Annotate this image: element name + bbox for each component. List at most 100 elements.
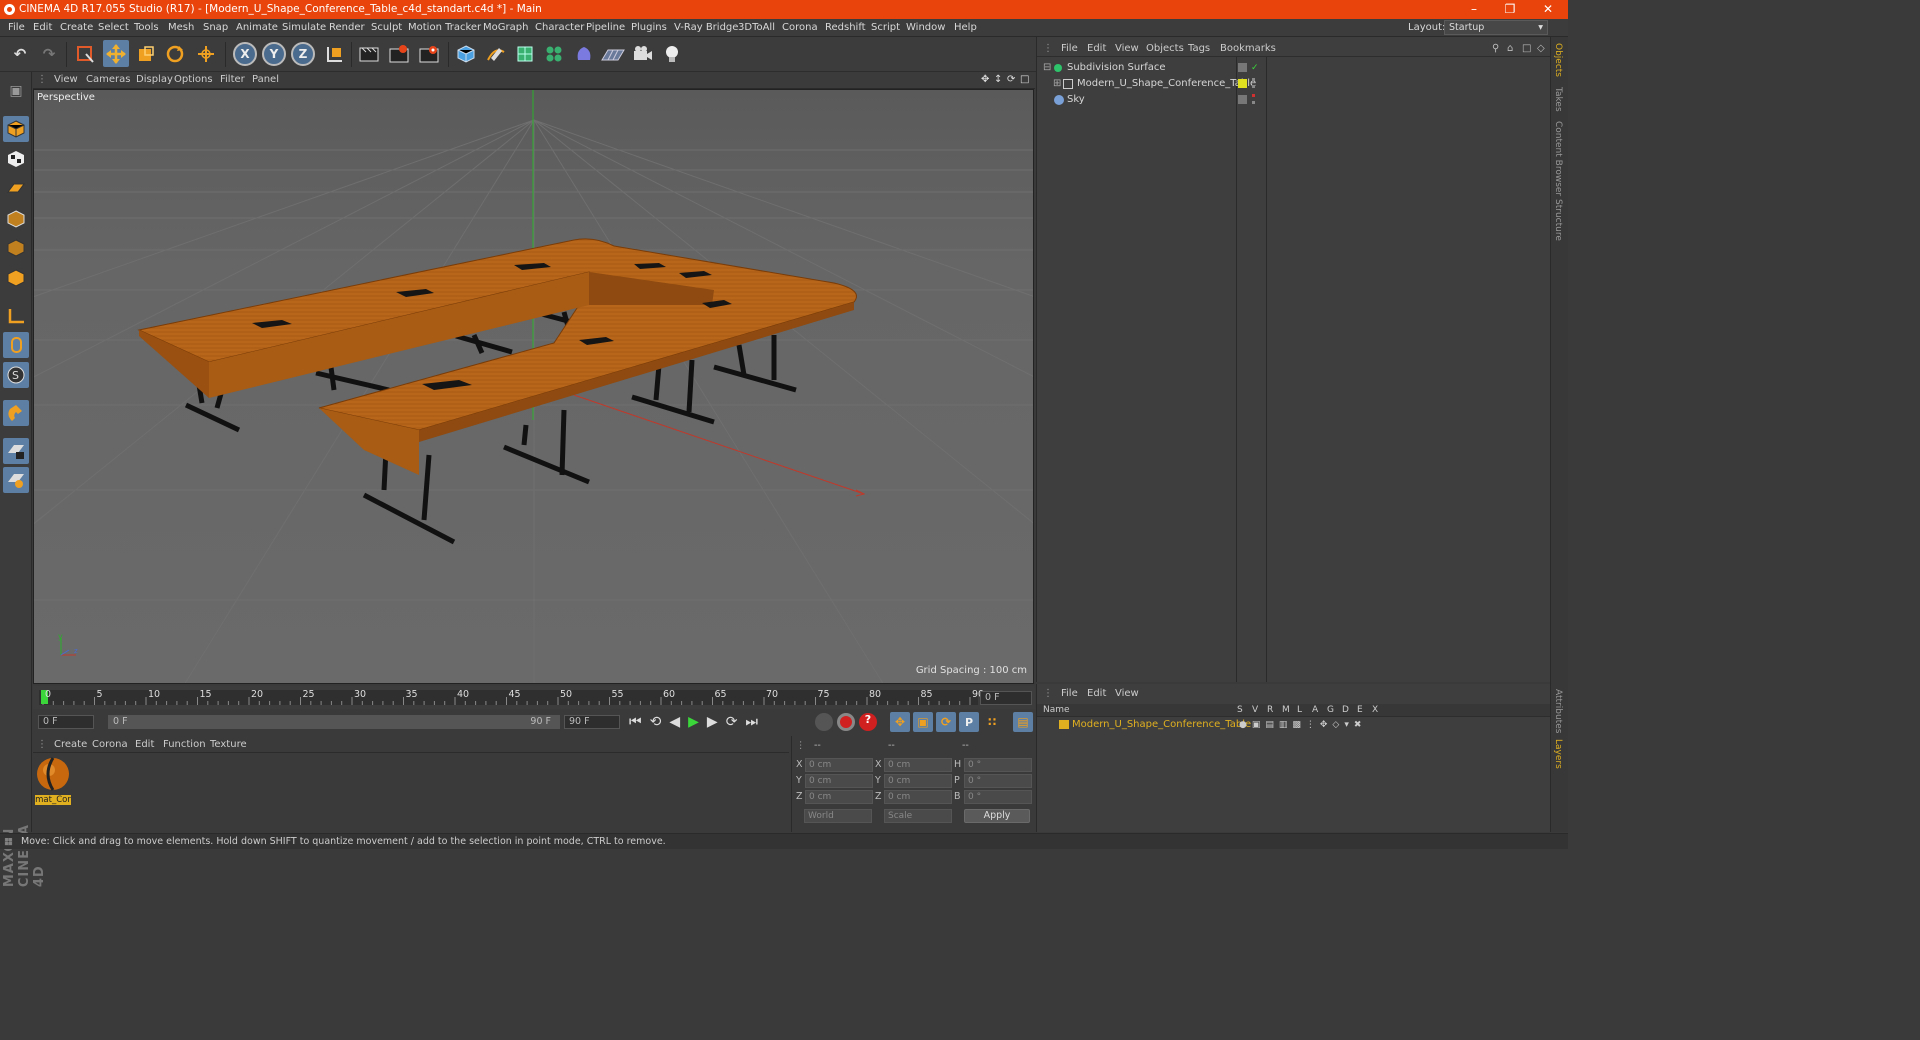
pos-y-field[interactable]: 0 cm [805,774,873,788]
visibility-dots-icon[interactable] [1252,94,1255,104]
menu-mesh[interactable]: Mesh [168,22,194,33]
object-row-subdivision-surface[interactable]: ⊟ Subdivision Surface ✓ [1041,60,1546,76]
mat-menu-corona[interactable]: Corona [92,739,128,750]
column-manager[interactable]: M [1282,705,1290,715]
perspective-viewport[interactable]: y z Perspective Grid Spacing : 100 cm [33,89,1034,684]
enabled-check-icon[interactable]: ✓ [1251,60,1259,76]
obj-menu-edit[interactable]: Edit [1087,43,1106,54]
model-mode-icon[interactable] [3,116,29,142]
key-scale-icon[interactable]: ▣ [913,712,933,732]
subdivision-icon[interactable] [512,40,538,67]
mograph-cloner-icon[interactable] [541,40,567,67]
key-rotation-icon[interactable]: ⟳ [936,712,956,732]
menu-window[interactable]: Window [906,22,945,33]
pos-z-field[interactable]: 0 cm [805,790,873,804]
key-pla-icon[interactable]: ∷ [982,712,1002,732]
material-swatch[interactable]: mat_Cor [35,756,71,805]
y-axis-icon[interactable]: Y [262,42,286,66]
menu-character[interactable]: Character [535,22,584,33]
size-x-field[interactable]: 0 cm [884,758,952,772]
edges-mode-icon[interactable] [3,235,29,261]
snapping-icon[interactable]: S [3,362,29,388]
column-deformers[interactable]: D [1342,705,1349,715]
mat-menu-edit[interactable]: Edit [135,739,154,750]
enable-axis-icon[interactable] [3,303,29,329]
step-back-icon[interactable]: ◀ [669,714,688,730]
menu-motion-tracker[interactable]: Motion Tracker [408,22,481,33]
texture-mode-icon[interactable] [3,146,29,172]
coord-mode-select[interactable]: World [804,809,872,823]
layer-menu-view[interactable]: View [1115,688,1139,699]
z-axis-icon[interactable]: Z [291,42,315,66]
go-to-end-icon[interactable]: ⏭ [745,714,766,730]
tab-structure[interactable]: Structure [1553,199,1563,241]
tab-attributes[interactable]: Attributes [1553,689,1563,733]
column-generators[interactable]: G [1327,705,1334,715]
edit-render-settings-icon[interactable] [416,40,442,67]
redo-icon[interactable]: ↷ [36,40,62,67]
layer-menu-edit[interactable]: Edit [1087,688,1106,699]
menu-help[interactable]: Help [954,22,977,33]
points-mode-icon[interactable] [3,206,29,232]
menu-plugins[interactable]: Plugins [631,22,667,33]
obj-menu-file[interactable]: File [1061,43,1078,54]
mat-menu-texture[interactable]: Texture [210,739,247,750]
tab-layers[interactable]: Layers [1553,739,1563,769]
rotate-icon[interactable] [162,40,188,67]
key-position-icon[interactable]: ✥ [890,712,910,732]
home-icon[interactable]: ⌂ [1507,43,1513,54]
menu-script[interactable]: Script [871,22,900,33]
search-icon[interactable]: ⚲ [1492,43,1499,54]
tab-objects[interactable]: Objects [1553,43,1563,77]
grid-snap-icon[interactable] [3,467,29,493]
cube-icon[interactable] [453,40,479,67]
start-frame-field[interactable]: 0 F [38,715,94,729]
layer-menu-file[interactable]: File [1061,688,1078,699]
obj-menu-bookmarks[interactable]: Bookmarks [1220,43,1276,54]
pen-icon[interactable] [483,40,509,67]
size-mode-select[interactable]: Scale [884,809,952,823]
timeline-window-icon[interactable]: ▤ [1013,712,1033,732]
floor-icon[interactable] [600,40,626,67]
column-render[interactable]: R [1267,705,1273,715]
move-icon[interactable] [103,40,129,67]
rot-p-field[interactable]: 0 ° [964,774,1032,788]
layer-tag-icon[interactable] [1238,95,1247,104]
layer-row[interactable]: Modern_U_Shape_Conference_Table ●▣▤▥▩⋮✥◇… [1041,717,1546,733]
play-icon[interactable]: ▶ [688,714,707,730]
column-xrefs[interactable]: X [1372,705,1378,715]
motion-record-icon[interactable] [815,713,833,731]
end-frame-field[interactable]: 90 F [564,715,620,729]
menu-edit[interactable]: Edit [33,22,52,33]
vp-menu-view[interactable]: View [54,74,78,85]
step-forward-icon[interactable]: ▶ [707,714,726,730]
vp-menu-filter[interactable]: Filter [220,74,245,85]
lock-icon[interactable]: ◇ [1537,43,1545,54]
light-icon[interactable] [659,40,685,67]
layer-flag-icons[interactable]: ●▣▤▥▩⋮✥◇▾✖ [1239,717,1366,733]
apply-button[interactable]: Apply [964,809,1030,823]
expand-icon[interactable]: ⊞ [1053,76,1061,92]
workplane-lock-icon[interactable] [3,438,29,464]
live-selection-icon[interactable] [72,40,98,67]
tab-takes[interactable]: Takes [1553,87,1563,112]
x-axis-icon[interactable]: X [233,42,257,66]
pos-x-field[interactable]: 0 cm [805,758,873,772]
deformer-icon[interactable] [571,40,597,67]
layer-color-swatch[interactable] [1238,79,1247,88]
maximize-view-icon[interactable]: □ [1020,74,1029,85]
layer-tag-icon[interactable] [1238,63,1247,72]
size-z-field[interactable]: 0 cm [884,790,952,804]
layer-color-swatch[interactable] [1059,720,1069,729]
collapse-icon[interactable]: ⊟ [1043,60,1051,76]
menu-sculpt[interactable]: Sculpt [371,22,402,33]
menu-simulate[interactable]: Simulate [282,22,326,33]
timeline-ruler[interactable]: 0 5 10 15 20 25 30 35 40 45 50 55 60 65 70 75 80 85 90 0 F [33,686,1035,709]
column-locked[interactable]: L [1297,705,1302,715]
next-key-icon[interactable]: ⟳ [726,714,746,730]
object-row-conference-table[interactable]: ⊞ Modern_U_Shape_Conference_Table [1041,76,1546,92]
object-row-sky[interactable]: Sky [1041,92,1546,108]
record-active-icon[interactable] [837,713,855,731]
current-frame-field[interactable]: 0 F [980,691,1032,705]
world-coordinates-icon[interactable] [321,40,347,67]
